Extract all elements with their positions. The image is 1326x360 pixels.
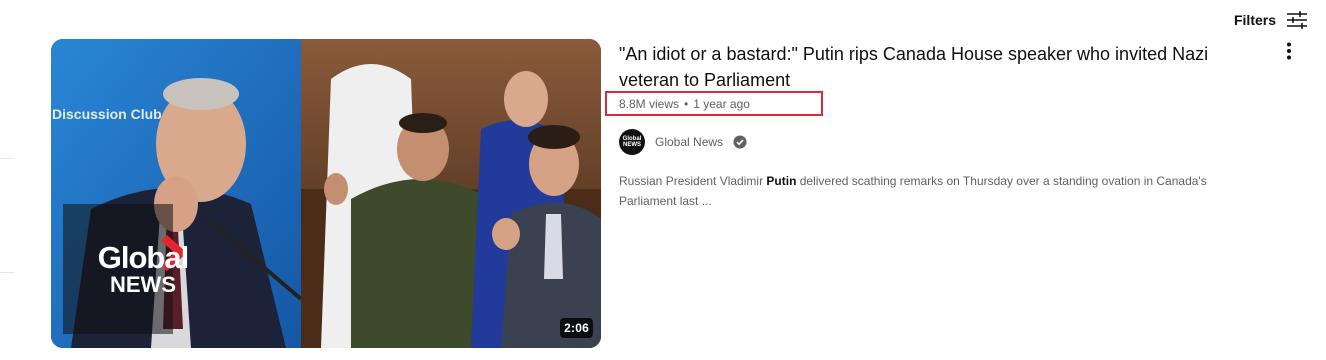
description-before: Russian President Vladimir: [619, 174, 767, 188]
sidebar-divider: [0, 272, 14, 273]
video-result: Discussion Club Global NEWS 2:06 "An idi…: [51, 39, 1311, 349]
avatar[interactable]: Global NEWS: [619, 129, 645, 155]
avatar-text: Global NEWS: [622, 136, 642, 148]
verified-check-icon: [733, 135, 747, 149]
thumbnail-image: [51, 39, 601, 348]
filters-button[interactable]: Filters: [1234, 8, 1308, 32]
video-info: "An idiot or a bastard:" Putin rips Cana…: [619, 39, 1279, 208]
sliders-icon: [1286, 10, 1308, 30]
search-results-page: Filters Discussion Club Global NEWS 2:06…: [0, 0, 1326, 360]
duration-badge: 2:06: [560, 318, 593, 338]
video-title[interactable]: "An idiot or a bastard:" Putin rips Cana…: [619, 39, 1269, 93]
logo-line-1: Global: [97, 240, 189, 275]
sidebar-divider: [0, 158, 14, 159]
filters-label: Filters: [1233, 12, 1276, 28]
video-description: Russian President Vladimir Putin deliver…: [619, 171, 1259, 211]
more-options-icon[interactable]: [1277, 39, 1301, 63]
video-thumbnail[interactable]: Discussion Club Global NEWS 2:06: [51, 39, 601, 348]
backdrop-text: Discussion Club: [52, 106, 162, 122]
logo-line-2: NEWS: [110, 272, 176, 297]
channel-link[interactable]: Global NEWS Global News: [619, 129, 747, 155]
annotation-highlight-box: [605, 91, 823, 116]
description-highlight: Putin: [766, 174, 797, 188]
global-news-logo: Global NEWS: [73, 242, 213, 296]
channel-name[interactable]: Global News: [655, 135, 723, 149]
